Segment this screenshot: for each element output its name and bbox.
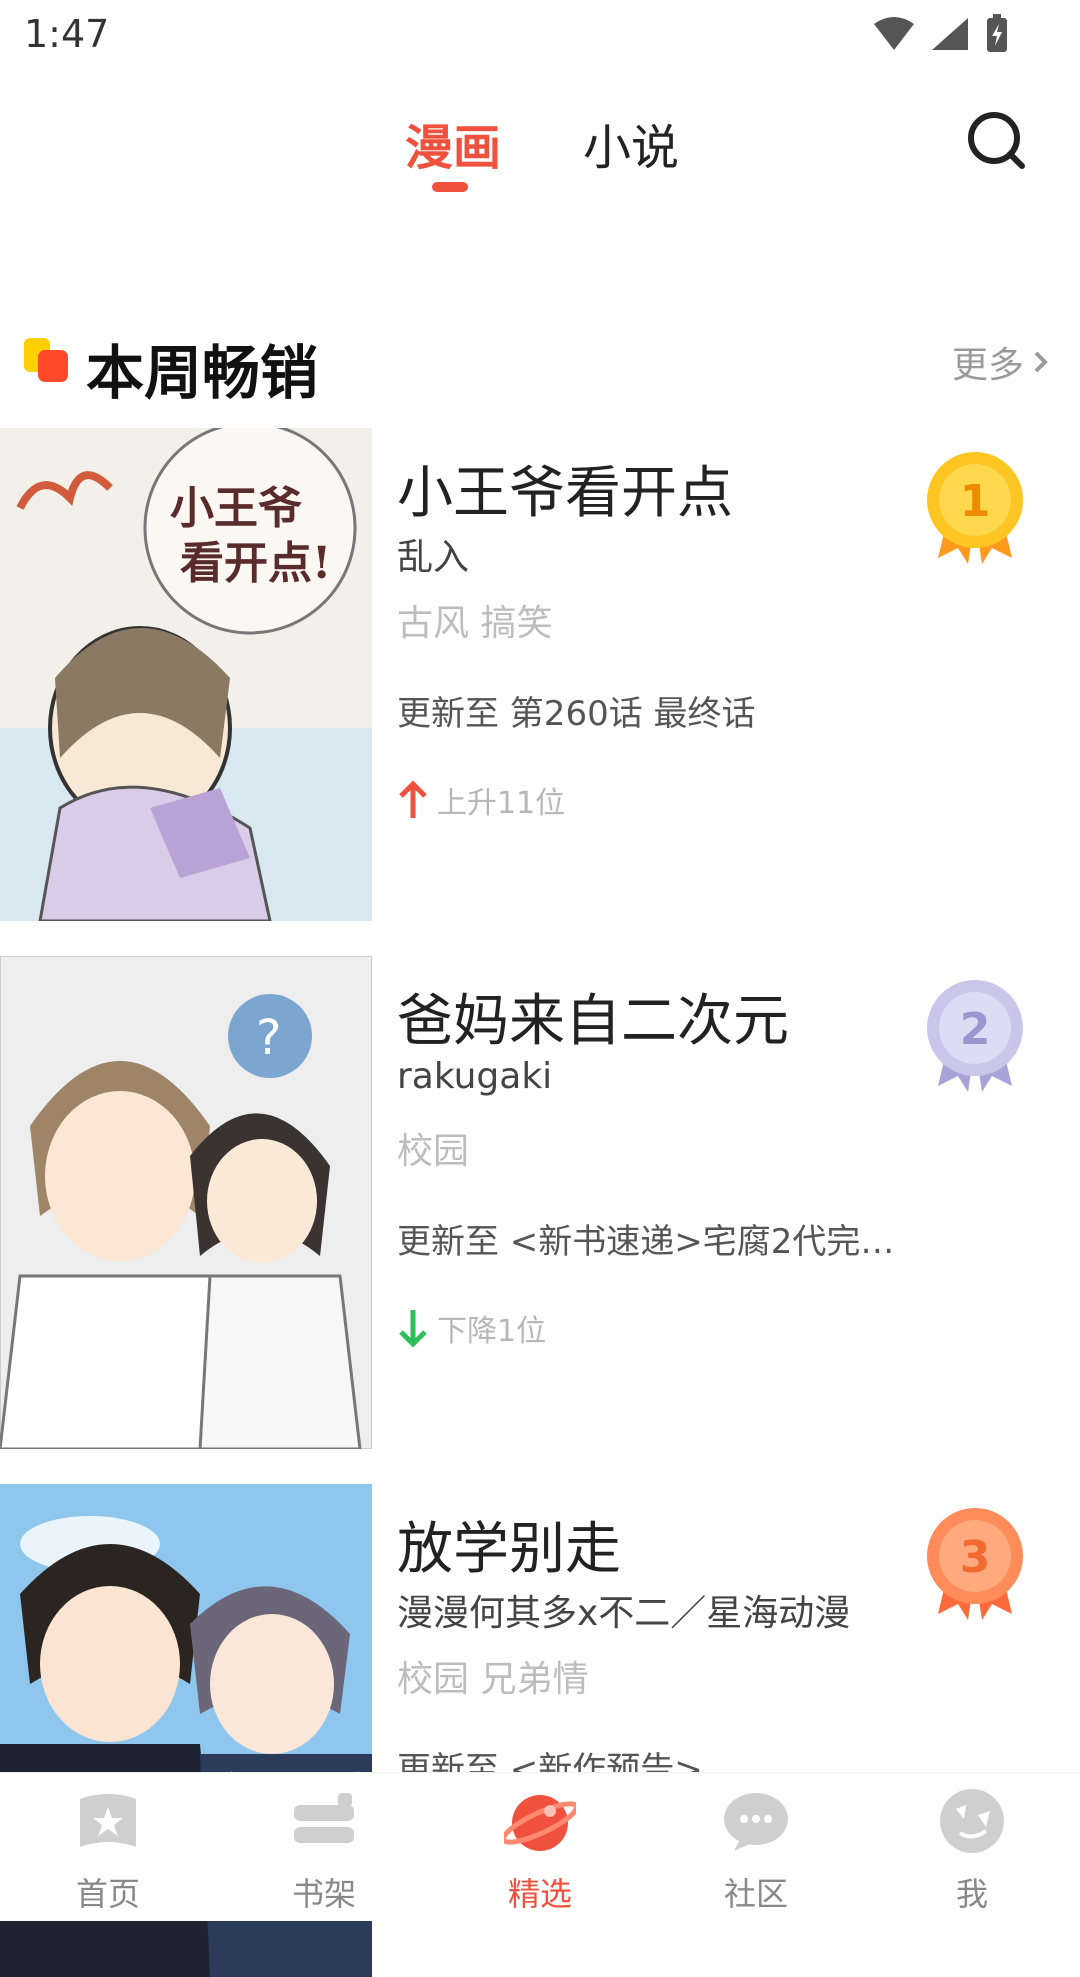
active-tab-indicator [432,182,468,192]
comic-tags: 古风 搞笑 [397,603,553,644]
medal-rank-number: 1 [960,476,991,527]
arrow-down-icon [399,1310,427,1348]
search-icon [968,112,1025,169]
nav-label: 社区 [723,1875,788,1913]
chat-bubble-icon [724,1793,788,1851]
rank-medal-gold: 1 [920,448,1030,564]
comic-cover[interactable]: ? [0,956,372,1449]
more-label: 更多 [951,345,1024,386]
nav-home[interactable]: 首页 [0,1773,216,1921]
nav-label: 我 [955,1875,988,1913]
status-bar: 1:47 [0,0,1080,72]
update-status: 更新至 第260话 最终话 [397,694,756,734]
signal-icon [932,18,968,50]
medal-rank-number: 2 [960,1004,991,1055]
trend-text: 上升11位 [437,786,566,821]
comic-tags: 校园 [397,1131,470,1172]
rank-medal-silver: 2 [920,976,1030,1092]
comic-tags: 校园 兄弟情 [397,1659,589,1700]
comic-author: 漫漫何其多x不二／星海动漫 [397,1593,851,1634]
bottom-nav: 首页 书架 精选 社区 我 [0,1772,1080,1921]
status-icons [872,14,1010,54]
ranking-item[interactable]: ? 爸妈来自二次元 rakugaki 校园 更新至 <新书速递>宅腐2代完… 下… [0,956,1080,1449]
comic-title[interactable]: 爸妈来自二次元 [397,976,789,1057]
section-title: 本周畅销 [86,339,319,407]
nav-label: 书架 [291,1875,356,1913]
battery-icon [987,14,1007,52]
nav-bookshelf[interactable]: 书架 [216,1773,432,1921]
update-status: 更新至 <新书速递>宅腐2代完… [397,1222,895,1262]
nav-featured[interactable]: 精选 [432,1773,648,1921]
medal-2-icon: 2 [927,980,1023,1092]
svg-text:?: ? [256,1010,281,1066]
top-tabs: 漫画 小说 [0,90,1080,200]
cover-art-illustration: ? [0,956,372,1449]
comic-title[interactable]: 小王爷看开点 [397,448,733,529]
comic-author: rakugaki [397,1056,553,1097]
svg-text:小王爷: 小王爷 [170,483,302,534]
comic-title[interactable]: 放学别走 [397,1504,621,1585]
arrow-up-icon [399,780,427,818]
rank-trend: 上升11位 [397,778,565,822]
tab-novels[interactable]: 小说 [583,108,679,178]
nav-label: 首页 [75,1875,140,1913]
cover-art-illustration: 小王爷 看开点! [0,428,372,921]
comic-author: 乱入 [397,537,470,578]
medal-1-icon: 1 [927,452,1023,564]
svg-text:看开点!: 看开点! [180,538,331,589]
nav-community[interactable]: 社区 [648,1773,864,1921]
trend-text: 下降1位 [437,1314,547,1349]
profile-mascot-icon [940,1789,1004,1853]
rank-medal-bronze: 3 [920,1504,1030,1620]
bookshelf-icon [294,1793,354,1843]
wifi-icon [874,17,914,50]
section-header: 本周畅销 更多 [0,320,1080,410]
medal-rank-number: 3 [960,1532,991,1583]
nav-label: 精选 [507,1875,572,1913]
chevron-right-icon [1034,351,1048,373]
home-star-icon [80,1794,136,1847]
planet-icon [504,1795,576,1851]
section-badge-icon [24,338,68,382]
medal-3-icon: 3 [927,1508,1023,1620]
search-button[interactable] [962,106,1032,176]
nav-profile[interactable]: 我 [864,1773,1080,1921]
tab-comics[interactable]: 漫画 [405,108,501,178]
rank-trend: 下降1位 [397,1306,546,1350]
more-link[interactable]: 更多 [952,336,1050,388]
ranking-item[interactable]: 小王爷 看开点! 小王爷看开点 乱入 古风 搞笑 更新至 第260话 最终话 上… [0,428,1080,921]
status-time: 1:47 [24,12,110,56]
comic-cover[interactable]: 小王爷 看开点! [0,428,372,921]
